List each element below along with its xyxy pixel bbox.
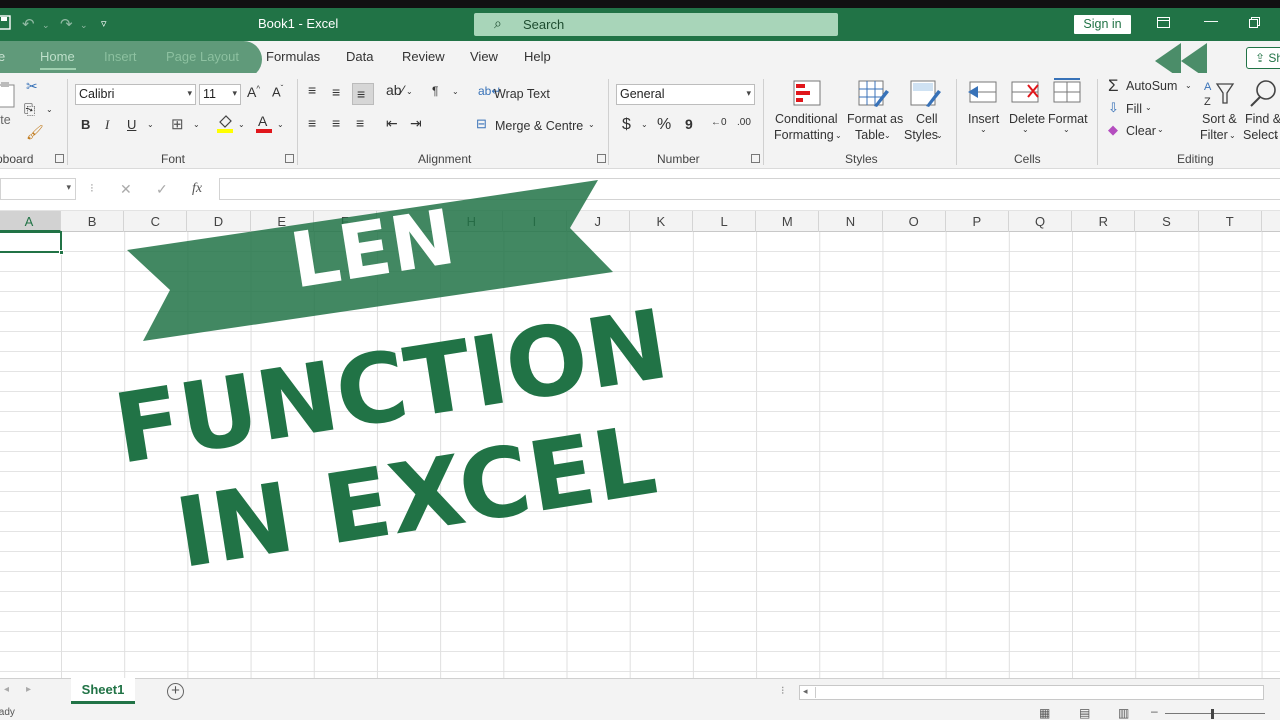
zoom-slider[interactable] [1165, 713, 1265, 714]
status-text: Ready [0, 707, 15, 718]
status-bar: Ready ▦ ▤ ▥ – [0, 704, 1280, 720]
splitter-icon[interactable]: ⁝ [781, 684, 785, 697]
overlay-banner: LEN FUNCTION IN EXCEL [107, 180, 675, 590]
zoom-out-icon[interactable]: – [1151, 704, 1158, 718]
scroll-left-icon[interactable]: ◂ [4, 684, 9, 695]
excel-window: ↶ ⌄ ↷ ⌄ ▿ Book1 - Excel ⌕ Search Sign in… [0, 0, 1280, 720]
add-sheet-icon[interactable]: + [167, 683, 184, 700]
scroll-thumb[interactable] [815, 687, 1260, 698]
scroll-left-arrow-icon[interactable]: ◂ [803, 686, 808, 697]
horizontal-scrollbar[interactable]: ◂ [799, 685, 1264, 700]
page-layout-view-icon[interactable]: ▤ [1079, 706, 1090, 720]
sheet-bar: ◂ ▸ Sheet1 + ⁝ ◂ [0, 678, 1280, 706]
zoom-slider-thumb[interactable] [1211, 709, 1214, 719]
scroll-right-icon[interactable]: ▸ [26, 684, 31, 695]
sheet-tab-sheet1[interactable]: Sheet1 [71, 678, 135, 704]
normal-view-icon[interactable]: ▦ [1039, 706, 1050, 720]
page-break-view-icon[interactable]: ▥ [1118, 706, 1129, 720]
